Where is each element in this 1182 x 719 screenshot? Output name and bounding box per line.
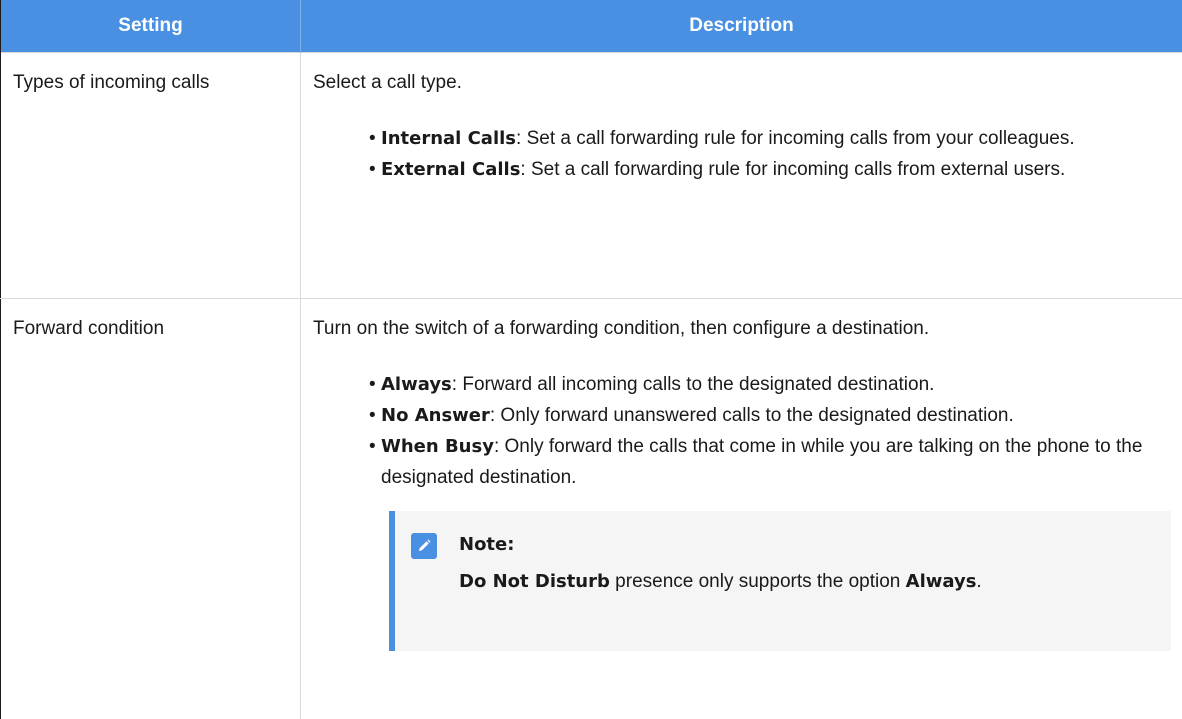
option-term: External Calls <box>381 158 521 180</box>
option-text: : Set a call forwarding rule for incomin… <box>516 127 1075 149</box>
note-body: Note: Do Not Disturb presence only suppo… <box>459 529 982 651</box>
setting-cell: Forward condition <box>0 297 301 719</box>
option-term: Internal Calls <box>381 127 517 149</box>
pencil-edit-icon <box>411 532 437 559</box>
setting-cell: Types of incoming calls <box>0 51 301 299</box>
option-text: : Set a call forwarding rule for incomin… <box>520 158 1066 180</box>
option-text: : Only forward the calls that come in wh… <box>381 435 1143 488</box>
note-bold-option: Always <box>905 570 977 592</box>
option-list: Internal Calls: Set a call forwarding ru… <box>313 123 1171 185</box>
table-header-row: Setting Description <box>0 0 1182 52</box>
description-intro: Turn on the switch of a forwarding condi… <box>313 317 930 339</box>
option-term: Always <box>381 373 452 395</box>
description-cell: Turn on the switch of a forwarding condi… <box>300 297 1182 719</box>
setting-name: Forward condition <box>13 317 165 339</box>
list-item: Always: Forward all incoming calls to th… <box>369 369 1171 400</box>
table-row: Types of incoming calls Select a call ty… <box>0 51 1182 299</box>
header-description: Description <box>300 0 1182 52</box>
description-intro: Select a call type. <box>313 71 462 93</box>
settings-table: Setting Description Types of incoming ca… <box>0 0 1182 719</box>
list-item: When Busy: Only forward the calls that c… <box>369 431 1171 493</box>
option-text: : Only forward unanswered calls to the d… <box>489 404 1014 426</box>
list-item: External Calls: Set a call forwarding ru… <box>369 154 1171 185</box>
note-callout: Note: Do Not Disturb presence only suppo… <box>389 510 1171 651</box>
option-term: No Answer <box>381 404 490 426</box>
note-middle-text: presence only supports the option <box>609 570 906 592</box>
list-item: Internal Calls: Set a call forwarding ru… <box>369 123 1171 154</box>
option-term: When Busy <box>381 435 494 457</box>
note-text: Do Not Disturb presence only supports th… <box>459 565 982 599</box>
description-cell: Select a call type. Internal Calls: Set … <box>300 51 1182 299</box>
setting-name: Types of incoming calls <box>13 71 210 93</box>
option-text: : Forward all incoming calls to the desi… <box>451 373 935 395</box>
table-row: Forward condition Turn on the switch of … <box>0 297 1182 719</box>
note-end-text: . <box>976 570 982 592</box>
list-item: No Answer: Only forward unanswered calls… <box>369 400 1171 431</box>
note-bold-term: Do Not Disturb <box>459 570 610 592</box>
option-list: Always: Forward all incoming calls to th… <box>313 369 1171 493</box>
header-setting: Setting <box>0 0 301 52</box>
note-title: Note: <box>459 533 515 555</box>
